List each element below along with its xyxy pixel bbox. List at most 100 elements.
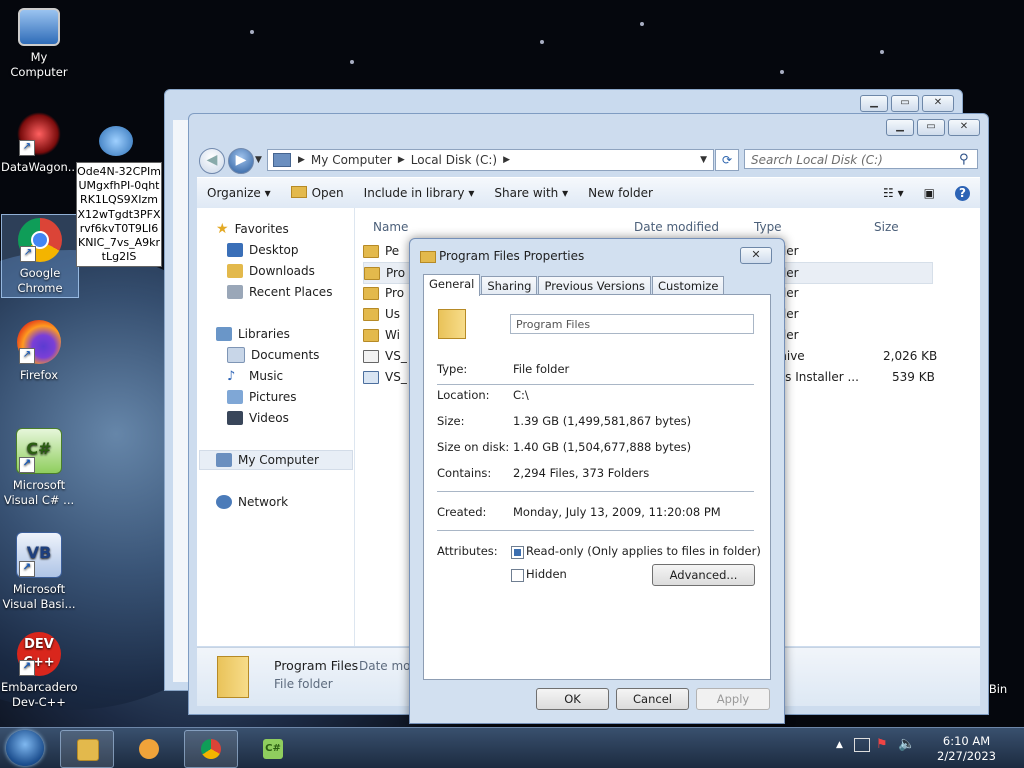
recent-places-icon: [227, 285, 243, 299]
breadcrumb-local-disk[interactable]: Local Disk (C:): [411, 153, 497, 167]
hidden-checkbox[interactable]: [511, 569, 524, 582]
desktop-icon-visual-csharp[interactable]: C# ↗ Microsoft Visual C# ...: [1, 428, 77, 508]
nav-label: Videos: [249, 411, 289, 425]
tab-general[interactable]: General: [423, 274, 481, 296]
nav-item-network[interactable]: Network: [216, 492, 288, 512]
desktop-icon-label: Microsoft Visual Basi...: [2, 582, 76, 611]
column-header-date-modified[interactable]: Date modified: [634, 220, 719, 234]
close-button[interactable]: ✕: [922, 95, 954, 112]
hidden-label: Hidden: [526, 567, 567, 581]
address-bar[interactable]: ▶ My Computer ▶ Local Disk (C:) ▶ ▼: [267, 149, 714, 171]
desktop-icon-firefox[interactable]: ↗ Firefox: [1, 320, 77, 383]
wallpaper-star: [250, 30, 254, 34]
nav-label: Desktop: [249, 243, 299, 257]
nav-item-my-computer[interactable]: My Computer: [199, 450, 353, 470]
refresh-button[interactable]: ⟳: [715, 149, 739, 171]
nav-item-favorites[interactable]: ★ Favorites: [216, 219, 289, 239]
file-icon: [99, 126, 133, 156]
help-button[interactable]: ?: [945, 185, 980, 201]
network-icon[interactable]: [854, 738, 870, 752]
folder-icon: [290, 186, 307, 198]
close-button[interactable]: ✕: [948, 119, 980, 136]
desktop-icon-my-computer[interactable]: My Computer: [1, 8, 77, 80]
column-header-size[interactable]: Size: [874, 220, 899, 234]
column-header-name[interactable]: Name: [373, 220, 408, 234]
clock-time: 6:10 AM: [942, 734, 991, 748]
minimize-button[interactable]: ▁: [860, 95, 888, 112]
downloads-icon: [227, 264, 243, 278]
folder-name-input[interactable]: Program Files: [510, 314, 754, 334]
taskbar-windows-explorer[interactable]: [60, 730, 114, 768]
desktop-icon-google-chrome[interactable]: ↗ Google Chrome: [1, 214, 79, 298]
preview-pane-button[interactable]: ▣: [914, 186, 945, 200]
recent-pages-chevron-icon[interactable]: ▼: [255, 155, 262, 165]
maximize-button[interactable]: ▭: [917, 119, 945, 136]
nav-item-videos[interactable]: Videos: [227, 408, 289, 428]
folder-icon: [363, 286, 379, 300]
nav-item-libraries[interactable]: Libraries: [216, 324, 290, 344]
open-button[interactable]: Open: [281, 186, 354, 200]
nav-item-desktop[interactable]: Desktop: [227, 240, 299, 260]
size-value: 1.39 GB (1,499,581,867 bytes): [513, 414, 692, 428]
taskbar-visual-csharp[interactable]: C#: [246, 730, 300, 768]
readonly-checkbox[interactable]: [511, 546, 524, 559]
start-button[interactable]: [6, 730, 44, 766]
computer-icon: [216, 453, 232, 467]
clock[interactable]: 6:10 AM 2/27/2023: [937, 734, 996, 764]
star-icon: ★: [216, 221, 229, 237]
nav-item-music[interactable]: ♪ Music: [227, 366, 283, 386]
pictures-icon: [227, 390, 243, 404]
back-button[interactable]: ◀: [199, 148, 225, 174]
row-name: VS_: [385, 370, 407, 384]
nav-label: Recent Places: [249, 285, 333, 299]
desktop-icon-file[interactable]: [96, 126, 136, 160]
close-button[interactable]: ✕: [740, 247, 772, 264]
show-hidden-icons-icon[interactable]: ▲: [836, 740, 843, 750]
desktop-icon-datawagon[interactable]: ↗ DataWagon...: [1, 112, 79, 175]
visual-basic-icon: VB ↗: [16, 532, 62, 578]
shortcut-arrow-icon: ↗: [19, 561, 35, 577]
tab-customize[interactable]: Customize: [652, 276, 725, 295]
breadcrumb-my-computer[interactable]: My Computer: [311, 153, 392, 167]
size-on-disk-value: 1.40 GB (1,504,677,888 bytes): [513, 440, 692, 454]
taskbar-google-chrome[interactable]: [184, 730, 238, 768]
tab-previous-versions[interactable]: Previous Versions: [538, 276, 652, 295]
desktop-icon-visual-basic[interactable]: VB ↗ Microsoft Visual Basi...: [1, 532, 77, 612]
wallpaper-star: [350, 60, 354, 64]
general-tab-panel: Program Files Type: File folder Location…: [423, 294, 771, 680]
created-label: Created:: [437, 505, 487, 519]
cancel-button[interactable]: Cancel: [616, 688, 689, 710]
properties-dialog[interactable]: Program Files Properties ✕ General Shari…: [409, 238, 785, 724]
new-folder-button[interactable]: New folder: [578, 186, 663, 200]
address-dropdown-icon[interactable]: ▼: [700, 155, 707, 165]
share-with-button[interactable]: Share with ▾: [484, 186, 578, 200]
action-center-icon[interactable]: ⚑: [876, 737, 888, 752]
command-bar: Organize ▾ Open Include in library ▾ Sha…: [197, 177, 980, 209]
contains-label: Contains:: [437, 466, 492, 480]
volume-icon[interactable]: 🔈: [898, 736, 915, 752]
ok-button[interactable]: OK: [536, 688, 609, 710]
apply-button[interactable]: Apply: [696, 688, 770, 710]
nav-label: Favorites: [234, 222, 289, 236]
minimize-button[interactable]: ▁: [886, 119, 914, 136]
divider: [437, 384, 754, 385]
details-type: File folder: [274, 677, 333, 691]
advanced-button[interactable]: Advanced...: [652, 564, 755, 586]
nav-item-recent-places[interactable]: Recent Places: [227, 282, 332, 302]
nav-item-pictures[interactable]: Pictures: [227, 387, 297, 407]
column-header-type[interactable]: Type: [754, 220, 782, 234]
desktop-icon-dev-cpp[interactable]: DEV C++ ↗ Embarcadero Dev-C++: [1, 632, 78, 710]
nav-item-documents[interactable]: Documents: [227, 345, 319, 365]
organize-button[interactable]: Organize ▾: [197, 186, 281, 200]
forward-button[interactable]: ▶: [228, 148, 254, 174]
search-input[interactable]: Search Local Disk (C:): [744, 149, 978, 169]
folder-icon: [420, 251, 436, 263]
desktop-icon-label: My Computer: [10, 50, 68, 79]
taskbar-media-player[interactable]: [122, 730, 176, 768]
include-in-library-button[interactable]: Include in library ▾: [354, 186, 485, 200]
row-name: Us: [385, 307, 401, 321]
change-view-button[interactable]: ☷ ▾: [873, 186, 914, 200]
maximize-button[interactable]: ▭: [891, 95, 919, 112]
nav-item-downloads[interactable]: Downloads: [227, 261, 315, 281]
tab-sharing[interactable]: Sharing: [481, 276, 538, 295]
